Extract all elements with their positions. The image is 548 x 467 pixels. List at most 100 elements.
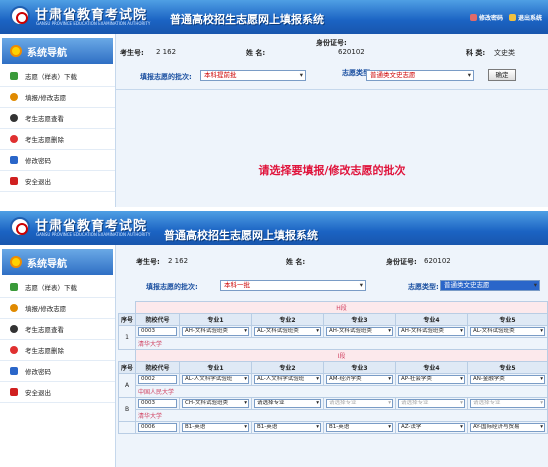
row-seq: B <box>117 397 137 422</box>
emblem-icon <box>10 6 30 26</box>
col-header: 专业5 <box>466 313 548 326</box>
gear-icon <box>10 45 22 57</box>
key-icon <box>10 156 18 164</box>
exam-number-value: 2 162 <box>168 257 189 265</box>
nav-header: 系统导航 <box>2 249 113 275</box>
edit-icon <box>10 304 18 312</box>
major-select[interactable]: B1-英语 <box>325 423 393 432</box>
id-value: 620102 <box>424 257 451 265</box>
user-icon <box>508 14 516 21</box>
batch-select[interactable]: 本科一批 <box>220 280 366 291</box>
table-header: 序号 院校代号 专业1 专业2 专业3 专业4 专业5 <box>117 313 548 326</box>
college-name: 中国人民大学 <box>135 385 548 398</box>
table-row: 清华大学 <box>119 409 548 422</box>
download-icon <box>10 72 18 80</box>
sidebar-item-fill[interactable]: 填报/修改志愿 <box>0 87 115 108</box>
col-header: 序号 <box>117 361 137 374</box>
col-header: 专业2 <box>250 361 324 374</box>
exit-icon <box>10 177 18 185</box>
col-header: 专业3 <box>322 361 396 374</box>
batch-select[interactable]: 本科提前批 <box>200 70 306 81</box>
col-header: 专业1 <box>179 313 252 326</box>
sidebar-item-logout[interactable]: 安全退出 <box>0 171 115 192</box>
college-code-input[interactable]: 0006 <box>138 423 177 432</box>
sidebar-item-password[interactable]: 修改密码 <box>0 150 115 171</box>
type-select[interactable]: 普通类文史志愿 <box>366 70 474 81</box>
logo-subtitle: GANSU PROVINCE EDUCATION EXAMINATION AUT… <box>36 21 151 26</box>
confirm-button[interactable]: 确定 <box>488 69 516 81</box>
major-select[interactable]: AH-文科试验班类 <box>325 327 393 336</box>
name-label: 姓 名: <box>286 258 306 266</box>
sidebar-item-download[interactable]: 志愿（样表）下载 <box>0 277 115 298</box>
major-select[interactable]: AH-文科试验班类 <box>182 327 249 336</box>
logo-subtitle: GANSU PROVINCE EDUCATION EXAMINATION AUT… <box>36 232 151 237</box>
table-row: B 0003 CH-文科试验班类 请选择专业 请选择专业 请选择专业 请选择专业 <box>117 397 548 422</box>
major-select[interactable]: AP-社会学类 <box>397 375 465 384</box>
col-header: 专业3 <box>322 313 396 326</box>
type-select[interactable]: 普通类文史志愿 <box>440 280 540 291</box>
row-seq <box>117 421 137 434</box>
exam-number-label: 考生号: <box>136 258 160 266</box>
sidebar: 系统导航 志愿（样表）下载 填报/修改志愿 考生志愿查看 考生志愿删除 修改密码… <box>0 245 116 467</box>
major-select[interactable]: 请选择专业 <box>469 399 545 408</box>
logout-link[interactable]: 退出系统 <box>508 13 542 22</box>
major-select[interactable]: AM-经济学类 <box>325 375 393 384</box>
major-select[interactable]: CH-文科试验班类 <box>182 399 249 408</box>
table-row: A 0002 AL-人文科学试验班 AL-人文科学试验班 AM-经济学类 AP-… <box>117 373 548 398</box>
header-banner: 甘肃省教育考试院 GANSU PROVINCE EDUCATION EXAMIN… <box>0 211 548 245</box>
subject-value: 文史类 <box>494 49 515 57</box>
batch-label: 填报志愿的批次: <box>140 73 192 81</box>
sidebar-item-delete[interactable]: 考生志愿删除 <box>0 340 115 361</box>
col-header: 专业5 <box>466 361 548 374</box>
major-select[interactable]: AL-文科试验班类 <box>253 327 321 336</box>
system-title: 普通高校招生志愿网上填报系统 <box>170 13 324 26</box>
col-header: 序号 <box>117 313 137 326</box>
major-select[interactable]: AY-国际经济与贸易 <box>469 423 545 432</box>
col-header: 专业1 <box>179 361 252 374</box>
major-select[interactable]: B1-英语 <box>182 423 249 432</box>
major-select[interactable]: AZ-法学 <box>397 423 465 432</box>
sidebar-item-view[interactable]: 考生志愿查看 <box>0 108 115 129</box>
major-select[interactable]: AN-金融学类 <box>469 375 545 384</box>
sidebar-item-delete[interactable]: 考生志愿删除 <box>0 129 115 150</box>
major-select[interactable]: AL-文科试验班类 <box>469 327 545 336</box>
sidebar-item-download[interactable]: 志愿（样表）下载 <box>0 66 115 87</box>
top-links: 修改密码 退出系统 <box>469 13 542 22</box>
system-title: 普通高校招生志愿网上填报系统 <box>164 229 318 242</box>
college-name: 清华大学 <box>135 337 548 350</box>
student-info: 考生号: 2 162 姓 名: 身份证号: 620102 科 类: 文史类 <box>116 34 548 64</box>
sidebar-item-logout[interactable]: 安全退出 <box>0 382 115 403</box>
major-select[interactable]: AL-人文科学试验班 <box>253 375 321 384</box>
type-label: 志愿类型: <box>408 283 439 291</box>
major-select[interactable]: B1-英语 <box>253 423 321 432</box>
row-seq: 1 <box>117 325 137 350</box>
change-password-link[interactable]: 修改密码 <box>469 13 503 22</box>
key-icon <box>469 14 477 21</box>
major-select[interactable]: 请选择专业 <box>397 399 465 408</box>
sidebar-item-fill[interactable]: 填报/修改志愿 <box>0 298 115 319</box>
college-name: 清华大学 <box>135 409 548 422</box>
major-select[interactable]: 请选择专业 <box>325 399 393 408</box>
section-header-h: H段 <box>119 301 548 314</box>
college-code-input[interactable]: 0003 <box>138 327 177 336</box>
name-label: 姓 名: <box>246 49 266 57</box>
main-panel: 考生号: 2 162 姓 名: 身份证号: 620102 科 类: 文史类 填报… <box>116 34 548 207</box>
screenshot-batch-select: 甘肃省教育考试院 GANSU PROVINCE EDUCATION EXAMIN… <box>0 0 548 207</box>
major-select[interactable]: 请选择专业 <box>253 399 321 408</box>
exam-number-label: 考生号: <box>120 49 144 57</box>
major-select[interactable]: AL-人文科学试验班 <box>182 375 249 384</box>
batch-label: 填报志愿的批次: <box>146 283 198 291</box>
college-code-input[interactable]: 0002 <box>138 375 177 384</box>
major-select[interactable]: AH-文科试验班类 <box>397 327 465 336</box>
col-header: 院校代号 <box>135 313 180 326</box>
volunteer-table: H段 序号 院校代号 专业1 专业2 专业3 专业4 专业5 1 0003 AH… <box>117 301 548 434</box>
main-panel: 考生号: 2 162 姓 名: 身份证号: 620102 填报志愿的批次: 本科… <box>116 245 548 467</box>
col-header: 院校代号 <box>135 361 180 374</box>
college-code-input[interactable]: 0003 <box>138 399 177 408</box>
row-seq: A <box>117 373 137 398</box>
sidebar-item-view[interactable]: 考生志愿查看 <box>0 319 115 340</box>
binoculars-icon <box>10 114 18 122</box>
header-banner: 甘肃省教育考试院 GANSU PROVINCE EDUCATION EXAMIN… <box>0 0 548 34</box>
sidebar-item-password[interactable]: 修改密码 <box>0 361 115 382</box>
table-row: 1 0003 AH-文科试验班类 AL-文科试验班类 AH-文科试验班类 AH-… <box>117 325 548 350</box>
